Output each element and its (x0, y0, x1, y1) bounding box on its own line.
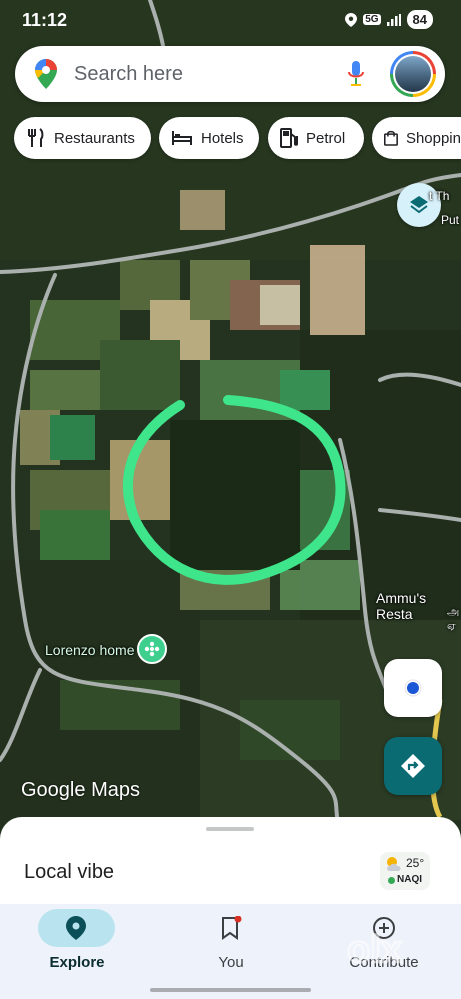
home-pin-icon[interactable] (137, 634, 167, 664)
my-location-icon (404, 679, 422, 697)
my-location-button[interactable] (384, 659, 442, 717)
map-label-home[interactable]: Lorenzo home (45, 642, 135, 658)
chip-label: Hotels (201, 129, 244, 147)
location-status-icon (345, 12, 358, 27)
olx-watermark: olx (346, 928, 403, 968)
google-maps-logo: Google Maps (21, 779, 140, 801)
shopping-bag-icon (384, 130, 398, 146)
search-bar[interactable]: Search here (15, 46, 445, 102)
weather-badge[interactable]: 25° NAQI (380, 852, 430, 890)
location-pin-icon (66, 916, 86, 940)
chip-restaurants[interactable]: Restaurants (14, 117, 151, 159)
avatar[interactable] (390, 51, 436, 97)
layers-icon (410, 196, 428, 214)
bed-icon (172, 131, 192, 145)
weather-aqi: NAQI (397, 874, 422, 885)
home-indicator[interactable] (150, 988, 311, 992)
aqi-dot (388, 877, 395, 884)
olx-watermark-text: olx (347, 929, 402, 968)
network-type: 5G (363, 14, 381, 25)
fork-knife-icon (28, 128, 44, 147)
google-maps-pin-icon (35, 59, 57, 89)
microphone-icon[interactable] (348, 61, 364, 87)
directions-icon (401, 754, 425, 778)
chip-hotels[interactable]: Hotels (159, 117, 259, 159)
search-input[interactable]: Search here (74, 63, 183, 86)
chip-label: Shoppin (405, 129, 461, 147)
map-label-place[interactable]: Put (441, 213, 459, 227)
status-bar: 11:12 5G 84 (0, 0, 461, 40)
sheet-drag-handle[interactable] (206, 827, 254, 831)
nav-label: Explore (49, 954, 105, 971)
chip-shopping[interactable]: Shoppin (372, 117, 461, 159)
chip-petrol[interactable]: Petrol (268, 117, 364, 159)
battery-level: 84 (406, 10, 433, 29)
fuel-pump-icon (280, 128, 298, 148)
nav-explore[interactable]: Explore (0, 904, 154, 984)
map-label-place[interactable]: t Th (429, 189, 449, 203)
bookmark-icon (222, 916, 242, 940)
nav-you[interactable]: You (154, 904, 308, 984)
map-label-restaurant-local[interactable]: ஏ (447, 620, 456, 634)
nav-label: You (218, 954, 244, 971)
sheet-title: Local vibe (24, 861, 115, 883)
status-icons: 5G 84 (345, 10, 433, 29)
partly-cloudy-icon (387, 857, 401, 871)
status-time: 11:12 (22, 10, 68, 30)
weather-temperature: 25° (406, 856, 425, 870)
chip-label: Petrol (306, 129, 346, 147)
chip-label: Restaurants (54, 129, 135, 147)
map-label-restaurant-local[interactable]: அ (447, 606, 459, 620)
directions-button[interactable] (384, 737, 442, 795)
signal-icon (386, 13, 401, 26)
